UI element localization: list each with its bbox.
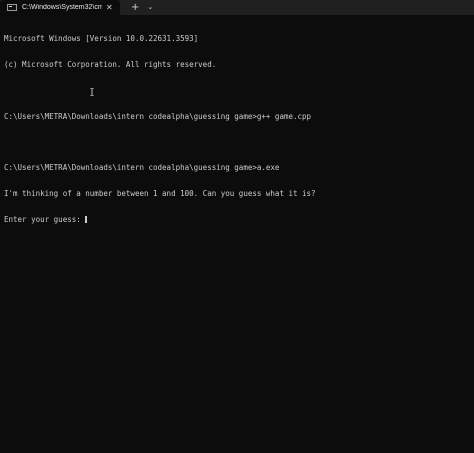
console-line: Microsoft Windows [Version 10.0.22631.35…: [4, 34, 199, 44]
console-prompt-line[interactable]: Enter your guess:: [4, 214, 474, 225]
console-line: C:\Users\METRA\Downloads\intern codealph…: [4, 163, 280, 173]
prompt-text: Enter your guess:: [4, 214, 86, 224]
new-tab-button[interactable]: +: [131, 0, 139, 15]
chevron-down-icon[interactable]: ⌄: [147, 0, 153, 15]
close-icon[interactable]: ✕: [106, 0, 113, 15]
mouse-ibeam-icon: [90, 88, 94, 96]
tab-cmd[interactable]: C:\Windows\System32\cmd.e ✕: [0, 0, 120, 15]
terminal-output[interactable]: Microsoft Windows [Version 10.0.22631.35…: [0, 15, 474, 241]
text-cursor: [85, 215, 88, 223]
tab-bar: C:\Windows\System32\cmd.e ✕ + ⌄: [0, 0, 474, 15]
terminal-window: C:\Windows\System32\cmd.e ✕ + ⌄ Microsof…: [0, 0, 474, 453]
console-line: C:\Users\METRA\Downloads\intern codealph…: [4, 111, 312, 121]
console-line: I'm thinking of a number between 1 and 1…: [4, 188, 316, 198]
terminal-icon: [7, 4, 17, 11]
console-line: (c) Microsoft Corporation. All rights re…: [4, 59, 217, 69]
tab-title: C:\Windows\System32\cmd.e: [22, 4, 102, 11]
